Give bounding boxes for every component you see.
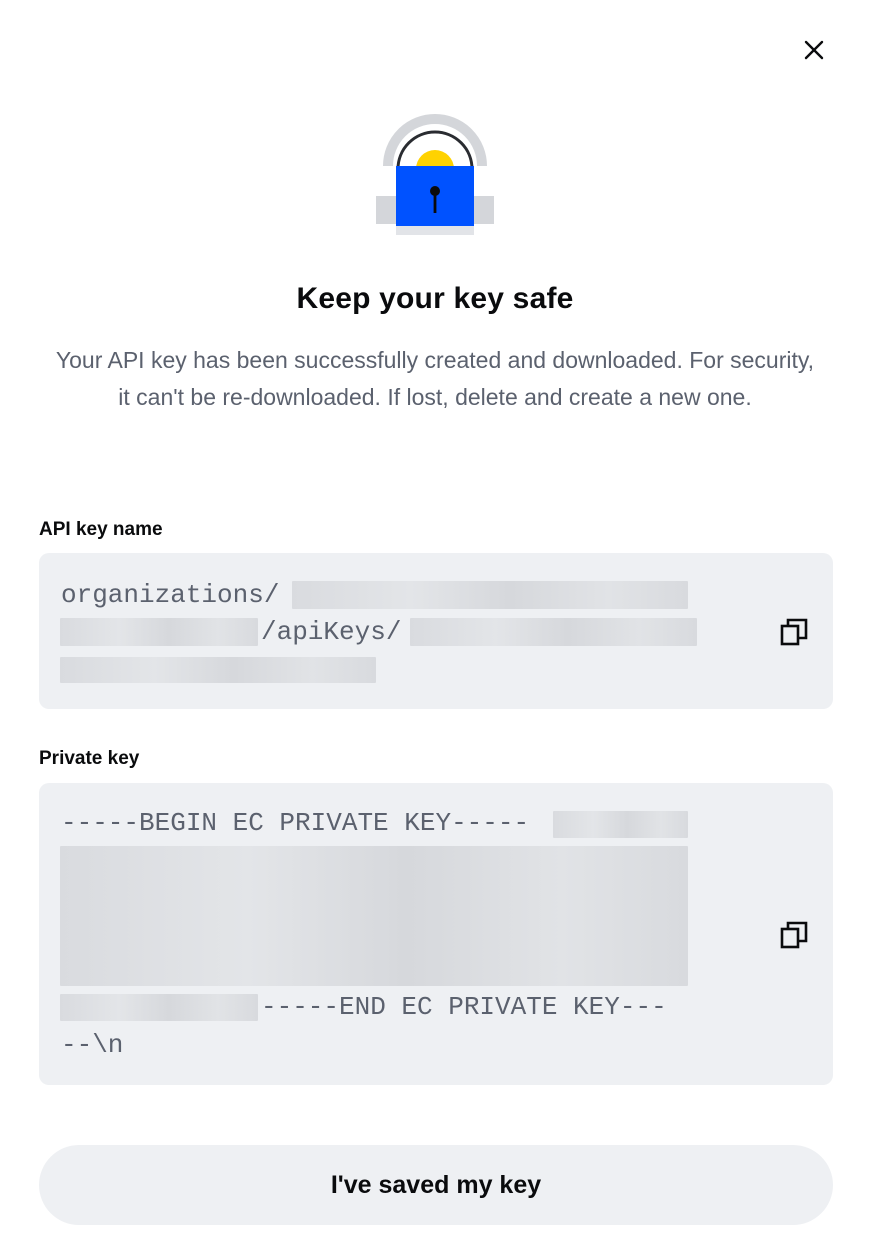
api-key-name-label: API key name [39,519,163,540]
private-key-end-line: -----END EC PRIVATE KEY--- [261,992,667,1022]
padlock-illustration [370,114,500,244]
close-button[interactable] [796,32,832,68]
redacted-org-id [292,581,688,609]
close-icon [804,40,824,60]
api-key-name-field: organizations/ /apiKeys/ [39,553,833,709]
private-key-begin-line: -----BEGIN EC PRIVATE KEY----- [61,808,530,838]
private-key-field: -----BEGIN EC PRIVATE KEY----- -----END … [39,783,833,1085]
dialog-title: Keep your key safe [296,282,574,315]
redacted-key-id-continued [60,657,376,683]
redacted-key-id [410,618,697,646]
private-key-label: Private key [39,748,140,769]
redacted-key-start [553,811,688,838]
copy-icon [780,921,808,949]
copy-api-key-name-button[interactable] [774,612,814,652]
redacted-key-body [60,846,688,986]
api-key-name-prefix: organizations/ [61,580,280,610]
copy-icon [780,618,808,646]
api-key-name-middle: /apiKeys/ [261,617,402,647]
redacted-org-id-continued [60,618,258,646]
private-key-end-tail: --\n [61,1030,124,1060]
dialog-description: Your API key has been successfully creat… [55,347,815,410]
saved-key-button[interactable]: I've saved my key [39,1145,833,1225]
api-key-created-dialog: Keep your key safe Your API key has been… [0,0,870,1249]
redacted-key-end [60,994,258,1021]
copy-private-key-button[interactable] [774,915,814,955]
